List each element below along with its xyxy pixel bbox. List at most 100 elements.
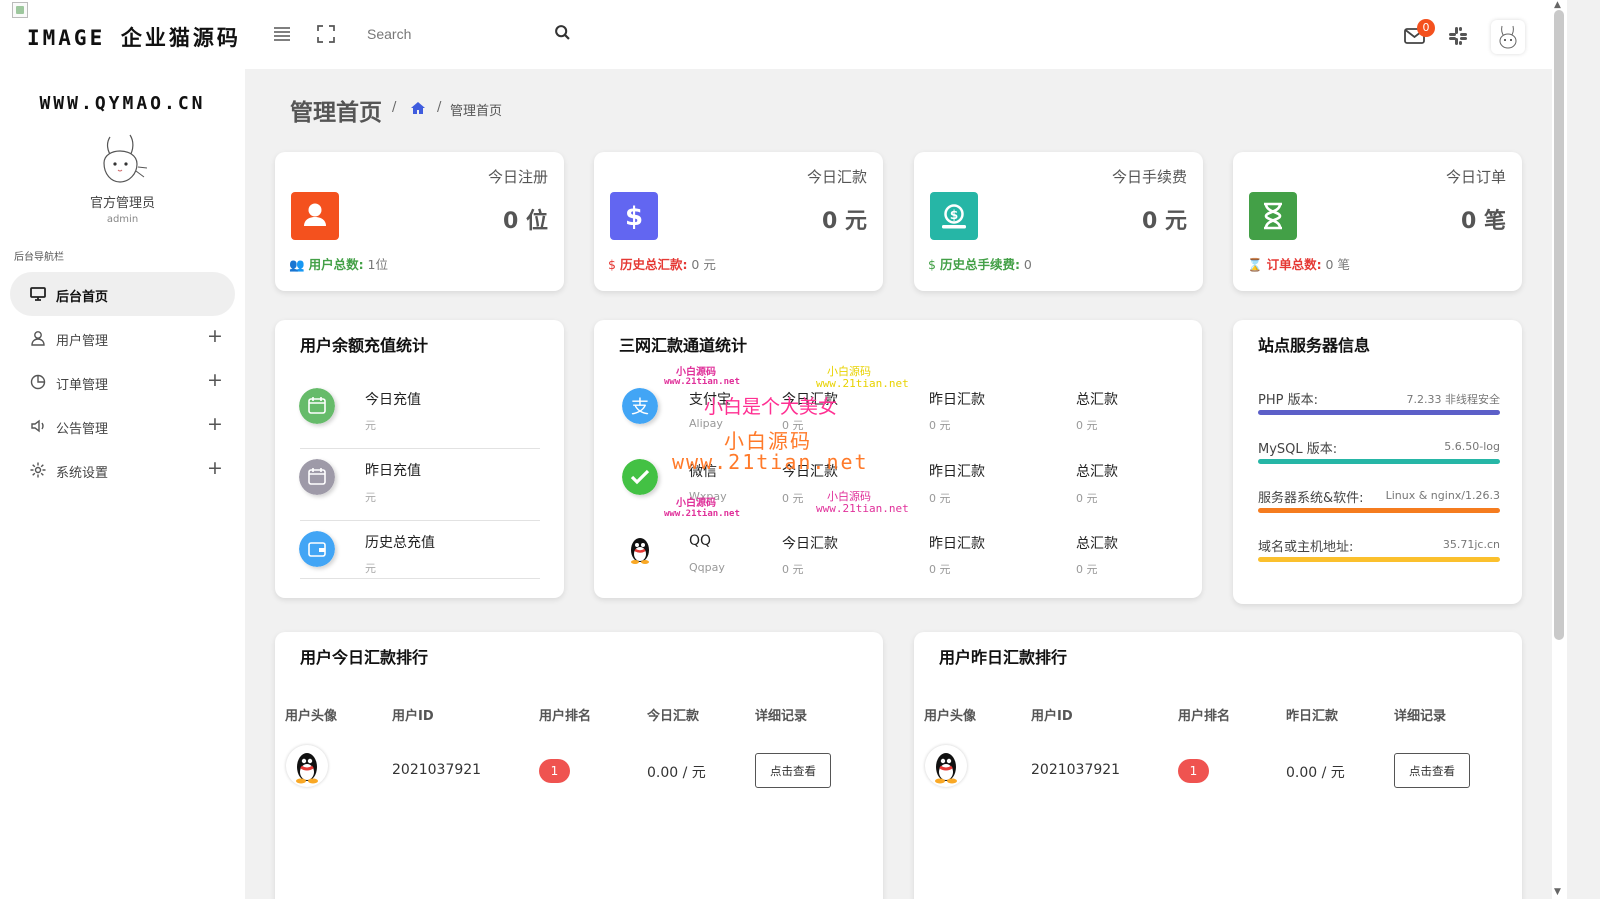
expand-icon[interactable]: +: [207, 457, 223, 479]
stat-footer: $ 历史总手续费: 0: [928, 254, 1032, 273]
channel-col-value: 0 元: [929, 492, 951, 505]
expand-icon[interactable]: +: [207, 325, 223, 347]
user-icon: [304, 203, 326, 226]
expand-icon[interactable]: +: [207, 413, 223, 435]
menu-toggle-icon[interactable]: [270, 22, 294, 46]
stat-footer: $ 历史总汇款: 0 元: [608, 254, 716, 273]
table-header: 今日汇款: [647, 709, 700, 724]
user-avatar[interactable]: [1491, 20, 1525, 54]
stat-card-registrations: 今日注册 0 位 👥 用户总数: 1位: [275, 152, 564, 291]
scroll-thumb[interactable]: [1554, 10, 1564, 640]
recharge-row-label: 今日充值: [365, 392, 421, 408]
card-title: 用户余额充值统计: [300, 336, 429, 355]
table-header: 用户排名: [1178, 709, 1231, 724]
sidebar-item-label: 后台首页: [56, 290, 109, 305]
qq-penguin-icon: [296, 753, 318, 784]
sidebar-item-label: 订单管理: [56, 378, 109, 393]
hourglass-icon: [1264, 202, 1282, 230]
stat-icon-box: [1249, 192, 1297, 240]
stat-value: 0 元: [1142, 209, 1187, 234]
card-title: 站点服务器信息: [1258, 336, 1371, 355]
gear-icon: [30, 462, 46, 478]
expand-icon[interactable]: +: [207, 369, 223, 391]
card-title: 用户昨日汇款排行: [939, 648, 1068, 667]
rabbit-avatar-icon: [1499, 25, 1517, 49]
stat-footer-label: 历史总汇款:: [619, 257, 688, 272]
card-title: 用户今日汇款排行: [300, 648, 429, 667]
sidebar-item-label: 用户管理: [56, 334, 109, 349]
qq-penguin-icon: [935, 753, 957, 784]
stat-footer-value: 0 元: [691, 257, 716, 272]
calendar-today-icon: [299, 388, 335, 424]
stat-value: 0 笔: [1461, 209, 1506, 234]
recharge-row-label: 昨日充值: [365, 463, 421, 479]
watermark-text: www.21tian.net: [672, 450, 869, 474]
admin-avatar-icon: [103, 134, 148, 183]
page-scrollbar[interactable]: ▲ ▼: [1552, 0, 1567, 899]
view-details-button[interactable]: 点击查看: [1394, 753, 1470, 788]
page-title: 管理首页: [290, 100, 382, 126]
nav-section-label: 后台导航栏: [14, 252, 64, 263]
server-info-value: 7.2.33 非线程安全: [1406, 393, 1500, 406]
view-details-button[interactable]: 点击查看: [755, 753, 831, 788]
search-icon[interactable]: [552, 22, 574, 44]
remit-amount: 0.00 / 元: [1286, 765, 1345, 781]
server-info-value: 5.6.50-log: [1444, 440, 1500, 453]
stat-footer: ⌛ 订单总数: 0 笔: [1247, 254, 1350, 273]
user-id: 2021037921: [392, 762, 482, 778]
stat-title: 今日汇款: [806, 168, 867, 186]
calendar-yesterday-icon: [299, 459, 335, 495]
channel-col-value: 0 元: [929, 563, 951, 576]
recharge-row-unit: 元: [365, 562, 376, 575]
server-info-value: 35.71jc.cn: [1442, 538, 1500, 551]
brand[interactable]: IMAGE 企业猫源码: [12, 2, 247, 68]
sidebar-item-users[interactable]: 用户管理 +: [10, 316, 235, 360]
watermark-text: 小白源码: [676, 367, 716, 378]
table-header: 详细记录: [1394, 709, 1447, 724]
channel-col-value: 0 元: [1076, 563, 1098, 576]
rank-badge: 1: [1178, 759, 1209, 783]
divider: [300, 520, 540, 521]
scroll-down-icon[interactable]: ▼: [1554, 887, 1561, 897]
server-info-label: 服务器系统&软件:: [1258, 491, 1364, 506]
hourglass-small-icon: ⌛: [1247, 257, 1263, 272]
server-info-label: PHP 版本:: [1258, 393, 1318, 408]
stat-title: 今日手续费: [1111, 168, 1187, 186]
stat-footer-label: 订单总数:: [1266, 257, 1322, 272]
stat-footer: 👥 用户总数: 1位: [289, 254, 388, 273]
channel-col-label: 昨日汇款: [929, 536, 985, 552]
sidebar-item-orders[interactable]: 订单管理 +: [10, 360, 235, 404]
watermark-text: 小白源码: [676, 498, 716, 509]
dollar-icon: $: [625, 202, 643, 232]
table-header: 用户ID: [392, 709, 434, 724]
watermark-text: www.21tian.net: [816, 502, 909, 515]
remit-amount: 0.00 / 元: [647, 765, 706, 781]
channel-col-label: 总汇款: [1076, 536, 1118, 552]
avatar: [925, 745, 967, 787]
sidebar-item-settings[interactable]: 系统设置 +: [10, 448, 235, 492]
table-header: 昨日汇款: [1286, 709, 1339, 724]
monitor-icon: [30, 287, 46, 301]
table-header: 用户头像: [285, 709, 338, 724]
sidebar-item-dashboard[interactable]: 后台首页: [10, 272, 235, 316]
breadcrumb-separator: /: [392, 100, 397, 115]
apps-grid-icon[interactable]: [1447, 25, 1469, 47]
sidebar-item-label: 公告管理: [56, 422, 109, 437]
divider: [300, 448, 540, 449]
stat-value: 0 位: [503, 209, 548, 234]
rank-badge: 1: [539, 759, 570, 783]
channel-col-value: 0 元: [782, 492, 804, 505]
home-icon[interactable]: [410, 101, 426, 115]
svg-text:$: $: [625, 202, 643, 232]
search-input[interactable]: [367, 21, 557, 47]
fullscreen-icon[interactable]: [314, 22, 338, 46]
stat-footer-label: 用户总数:: [308, 257, 364, 272]
stat-footer-value: 0 笔: [1325, 257, 1350, 272]
stat-card-orders: 今日订单 0 笔 ⌛ 订单总数: 0 笔: [1233, 152, 1522, 291]
svg-text:支: 支: [631, 397, 649, 418]
breadcrumb-separator: /: [437, 100, 442, 115]
scroll-up-icon[interactable]: ▲: [1554, 0, 1561, 10]
channel-name: QQ: [689, 533, 712, 549]
sidebar-item-notices[interactable]: 公告管理 +: [10, 404, 235, 448]
recharge-row-unit: 元: [365, 491, 376, 504]
